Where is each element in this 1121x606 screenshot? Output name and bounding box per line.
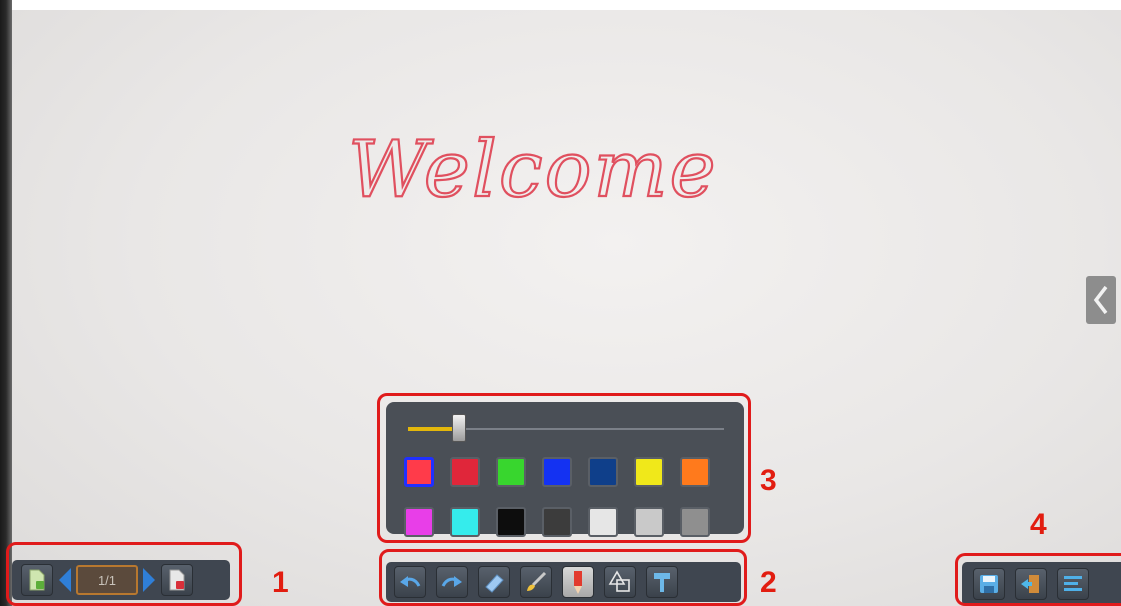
whiteboard-canvas[interactable]: Welcome <box>330 110 750 220</box>
photo-border-left <box>0 0 12 606</box>
chevron-left-icon <box>1093 285 1108 315</box>
annotation-box-3 <box>377 393 751 543</box>
annotation-box-4 <box>955 553 1121 606</box>
annotation-label-2: 2 <box>760 566 777 599</box>
annotation-label-4: 4 <box>1030 508 1047 541</box>
annotation-label-3: 3 <box>760 464 777 497</box>
side-panel-toggle[interactable] <box>1086 276 1116 324</box>
handwritten-welcome: Welcome <box>348 125 718 215</box>
photo-border-top <box>0 0 1121 10</box>
annotation-box-2 <box>379 549 747 606</box>
annotation-label-1: 1 <box>272 566 289 599</box>
annotation-box-1 <box>6 542 242 606</box>
